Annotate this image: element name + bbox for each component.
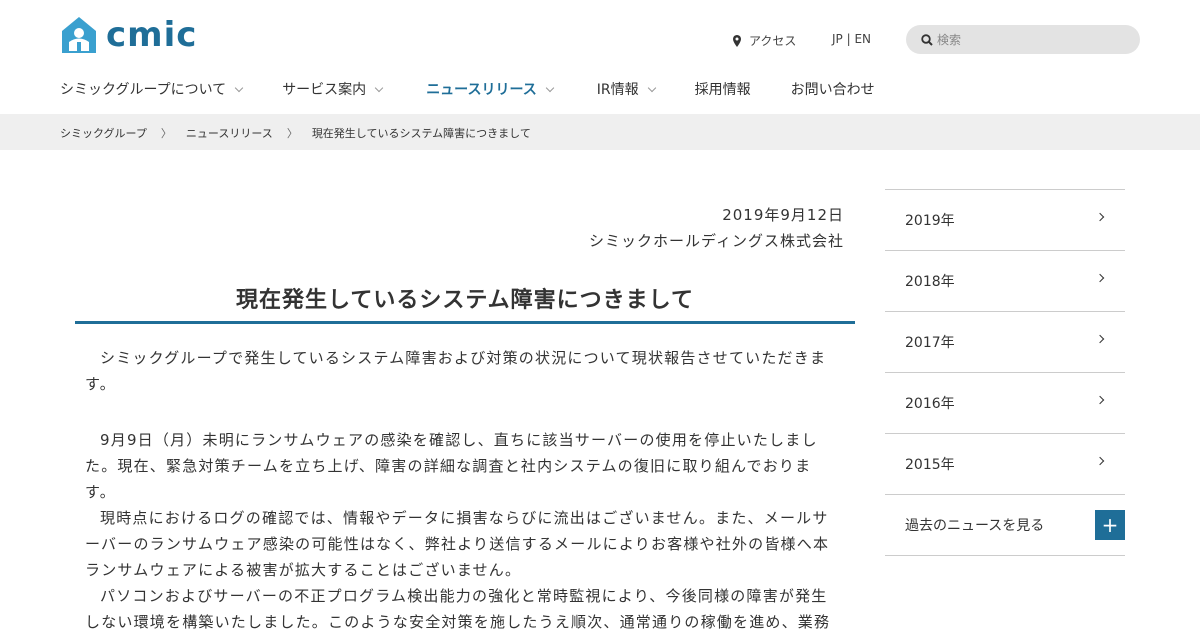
nav-item-services[interactable]: サービス案内: [282, 78, 384, 100]
map-pin-icon: [733, 34, 741, 47]
main-nav: シミックグループについて サービス案内 ニュースリリース IR情報 採用情報 お…: [60, 78, 875, 100]
article-date: 2019年9月12日: [722, 206, 844, 224]
nav-label: シミックグループについて: [60, 82, 227, 98]
article-paragraph: 現時点におけるログの確認では、情報やデータに損害ならびに流出はございません。また…: [85, 509, 830, 579]
nav-item-recruit[interactable]: 採用情報: [695, 78, 751, 100]
title-underline: [75, 321, 855, 324]
breadcrumb-bar: シミックグループ 〉 ニュースリリース 〉 現在発生しているシステム障害につきま…: [0, 114, 1200, 150]
sidebar-item-past-news[interactable]: 過去のニュースを見る +: [885, 495, 1125, 556]
sidebar-item-label: 2017年: [905, 335, 955, 351]
nav-label: IR情報: [596, 82, 639, 98]
sidebar-item-label: 2018年: [905, 274, 955, 290]
search-box[interactable]: [906, 25, 1140, 54]
nav-item-contact[interactable]: お問い合わせ: [791, 78, 875, 100]
nav-item-ir[interactable]: IR情報: [596, 78, 656, 100]
sidebar-item-label: 2016年: [905, 396, 955, 412]
breadcrumb-current: 現在発生しているシステム障害につきまして: [311, 127, 531, 140]
article-company: シミックホールディングス株式会社: [589, 232, 844, 250]
breadcrumb-home[interactable]: シミックグループ: [60, 125, 147, 141]
language-switch[interactable]: JP | EN: [832, 32, 871, 46]
nav-label: サービス案内: [282, 82, 367, 98]
article-meta: 2019年9月12日 シミックホールディングス株式会社: [589, 202, 844, 254]
chevron-right-icon: [1095, 212, 1105, 222]
nav-item-about[interactable]: シミックグループについて: [60, 78, 244, 100]
article-paragraph: シミックグループで発生しているシステム障害および対策の状況について現状報告させて…: [85, 349, 827, 393]
sidebar-item-2015[interactable]: 2015年: [885, 434, 1125, 495]
breadcrumb-news[interactable]: ニュースリリース: [186, 125, 273, 141]
article-paragraph: パソコンおよびサーバーの不正プログラム検出能力の強化と常時監視により、今後同様の…: [85, 587, 831, 630]
chevron-down-icon: [647, 83, 656, 92]
sidebar-item-label: 過去のニュースを見る: [905, 518, 1045, 534]
sidebar-item-label: 2015年: [905, 457, 955, 473]
sidebar-item-2019[interactable]: 2019年: [885, 190, 1125, 251]
search-icon[interactable]: [921, 33, 933, 46]
chevron-down-icon: [374, 83, 384, 92]
utility-bar: アクセス JP | EN: [0, 25, 1200, 55]
sidebar-item-2016[interactable]: 2016年: [885, 373, 1125, 434]
chevron-right-icon: [1095, 334, 1105, 344]
chevron-right-icon: [1095, 395, 1105, 405]
search-input[interactable]: [937, 32, 1127, 47]
chevron-right-icon: [1095, 456, 1105, 466]
chevron-right-icon: [1095, 273, 1105, 283]
article-body: シミックグループで発生しているシステム障害および対策の状況について現状報告させて…: [85, 345, 835, 630]
nav-label: ニュースリリース: [426, 82, 537, 98]
chevron-down-icon: [234, 83, 244, 92]
sidebar-item-2018[interactable]: 2018年: [885, 251, 1125, 312]
expand-plus-icon[interactable]: +: [1095, 510, 1125, 540]
access-link[interactable]: アクセス: [733, 32, 796, 49]
nav-item-news[interactable]: ニュースリリース: [426, 78, 555, 100]
breadcrumb-separator: 〉: [286, 127, 298, 140]
chevron-down-icon: [545, 83, 555, 92]
nav-label: 採用情報: [694, 82, 751, 98]
page-title: 現在発生しているシステム障害につきまして: [235, 288, 695, 313]
year-archive-sidebar: 2019年 2018年 2017年 2016年 2015年 過去のニュースを見る…: [885, 189, 1125, 556]
article-paragraph: 9月9日（月）未明にランサムウェアの感染を確認し、直ちに該当サーバーの使用を停止…: [85, 431, 818, 501]
breadcrumb-separator: 〉: [160, 127, 172, 140]
nav-label: お問い合わせ: [790, 82, 875, 98]
access-label: アクセス: [749, 34, 797, 48]
sidebar-item-2017[interactable]: 2017年: [885, 312, 1125, 373]
breadcrumb: シミックグループ 〉 ニュースリリース 〉 現在発生しているシステム障害につきま…: [60, 125, 531, 141]
sidebar-item-label: 2019年: [905, 213, 955, 229]
